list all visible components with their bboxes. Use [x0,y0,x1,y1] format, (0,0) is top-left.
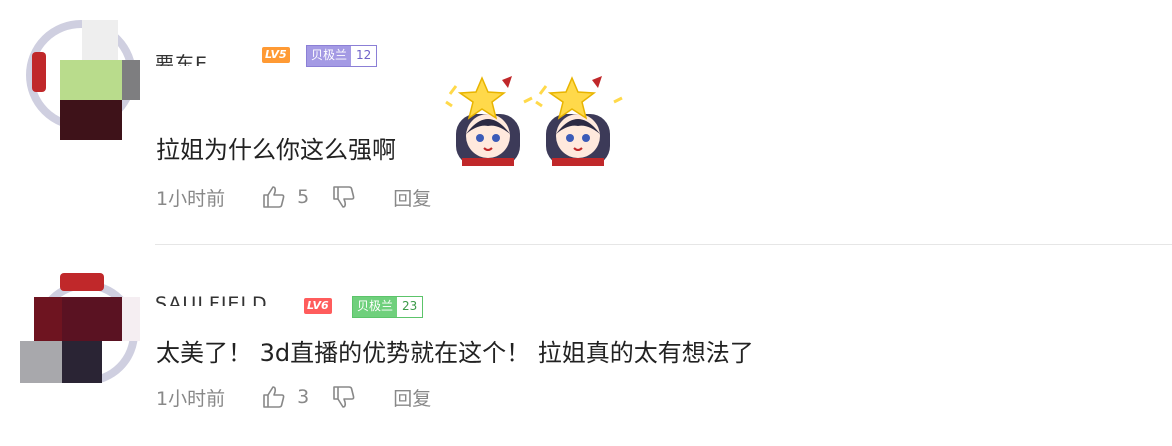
comment-item: 要东E LV5 贝极兰 12 拉姐为什么你这么强啊 1小时前 5 回复 [0,0,1172,244]
comment-item: SAULFIELD LV6 贝极兰 23 太美了！ 3d直播的优势就在这个！ 拉… [0,245,1172,446]
fan-medal[interactable]: 贝极兰 23 [352,296,424,318]
medal-level: 23 [397,297,423,317]
comment-text: 拉姐为什么你这么强啊 [156,136,396,164]
avatar[interactable] [20,271,140,383]
reply-button[interactable]: 回复 [393,184,431,211]
medal-name: 贝极兰 [353,297,398,317]
thumbs-up-icon[interactable] [261,384,287,410]
timestamp: 1小时前 [156,387,226,410]
thumbs-up-icon[interactable] [261,184,287,210]
fan-medal[interactable]: 贝极兰 12 [306,45,378,67]
like-count: 5 [297,186,310,208]
comment-meta: 1小时前 3 回复 [156,382,431,412]
comment-text: 太美了！ 3d直播的优势就在这个！ 拉姐真的太有想法了 [156,339,754,367]
timestamp: 1小时前 [156,187,226,210]
medal-name: 贝极兰 [307,46,352,66]
thumbs-down-icon[interactable] [331,184,357,210]
thumbs-down-icon[interactable] [331,384,357,410]
level-badge: LV5 [262,47,290,63]
username[interactable]: SAULFIELD [155,292,268,306]
level-badge: LV6 [304,298,332,314]
medal-level: 12 [351,46,377,66]
username[interactable]: 要东E [155,52,208,66]
reply-button[interactable]: 回复 [393,384,431,411]
star-girl-emote [445,76,533,166]
avatar[interactable] [22,14,140,140]
star-girl-emote [535,76,623,166]
comment-meta: 1小时前 5 回复 [156,182,431,212]
like-count: 3 [297,386,310,408]
